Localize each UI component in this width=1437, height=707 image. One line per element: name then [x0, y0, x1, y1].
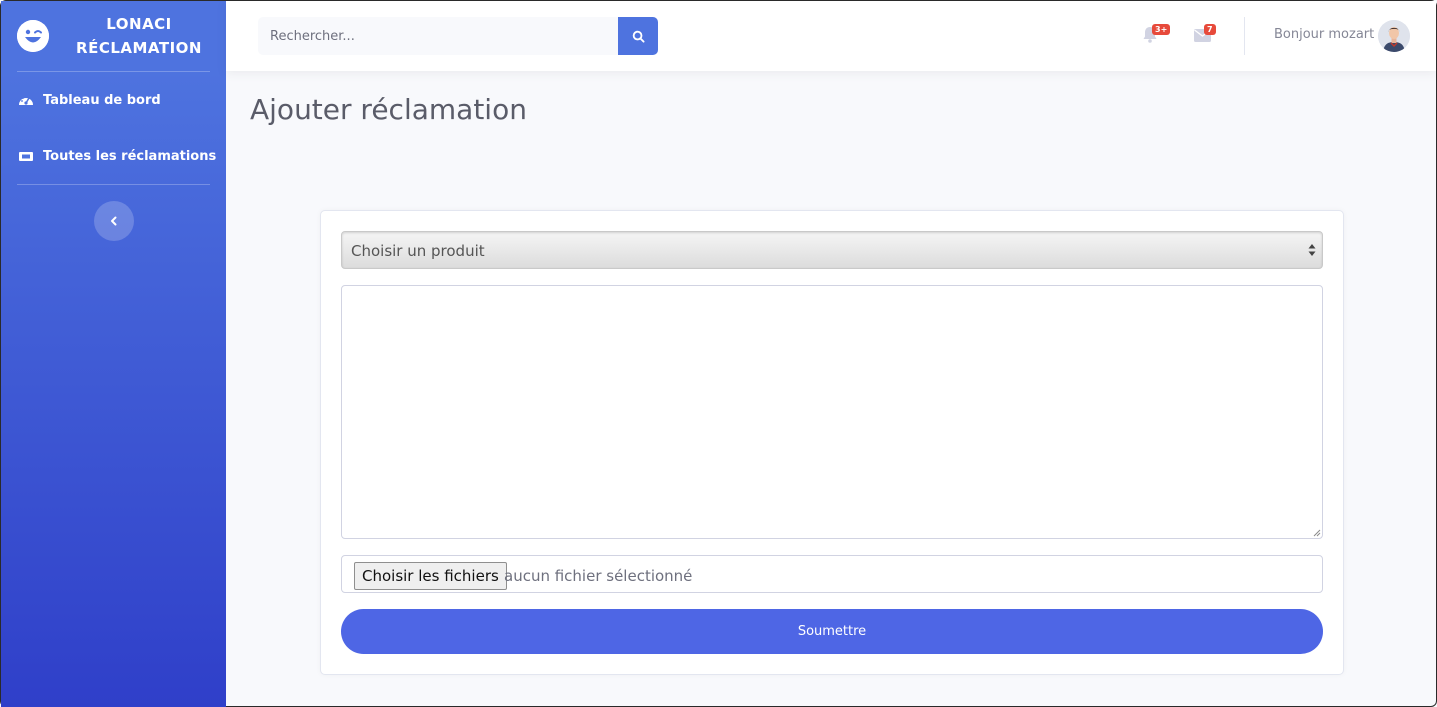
sidebar-item-label: Toutes les réclamations	[43, 148, 217, 164]
sidebar-item-tableau-de-bord[interactable]: Tableau de bord	[1, 72, 226, 128]
chevron-left-icon	[110, 216, 116, 226]
avatar[interactable]	[1378, 20, 1410, 52]
brand[interactable]: LONACI RÉCLAMATION	[1, 1, 226, 71]
search-input[interactable]	[258, 17, 618, 55]
sidebar-toggle-button[interactable]	[93, 201, 134, 241]
topbar: 3+ 7 Bonjour mozart !	[226, 1, 1436, 71]
sidebar-item-label: Tableau de bord	[43, 92, 161, 108]
search-bar	[258, 17, 658, 55]
search-button[interactable]	[618, 17, 658, 55]
select-arrows-icon	[1308, 244, 1316, 256]
messages-badge: 7	[1204, 24, 1216, 35]
file-status-text: aucun fichier sélectionné	[504, 567, 693, 585]
brand-name: LONACI RÉCLAMATION	[76, 15, 202, 57]
search-icon	[632, 30, 645, 43]
alerts-badge: 3+	[1152, 24, 1171, 35]
product-select-value: Choisir un produit	[351, 242, 485, 260]
page-title: Ajouter réclamation	[250, 93, 527, 126]
alerts-dropdown[interactable]: 3+	[1142, 23, 1171, 47]
submit-button[interactable]: Soumettre	[341, 609, 1323, 654]
sidebar-item-toutes-les-reclamations[interactable]: Toutes les réclamations	[1, 128, 226, 184]
tachometer-icon	[18, 93, 34, 107]
messages-dropdown[interactable]: 7	[1194, 23, 1218, 47]
choose-files-button[interactable]: Choisir les fichiers	[354, 562, 507, 590]
product-select[interactable]: Choisir un produit	[341, 231, 1323, 269]
sidebar: LONACI RÉCLAMATION Tableau de bord Toute…	[1, 1, 226, 707]
user-greeting[interactable]: Bonjour mozart !	[1274, 27, 1384, 42]
topbar-divider	[1244, 17, 1245, 55]
user-avatar-icon	[1378, 20, 1410, 52]
sidebar-divider	[17, 184, 210, 185]
description-textarea[interactable]	[341, 285, 1323, 539]
file-upload-field: Choisir les fichiers aucun fichier sélec…	[341, 555, 1323, 593]
reclamation-form-card: Choisir un produit Choisir les fichiers …	[320, 210, 1344, 675]
laugh-wink-icon	[17, 20, 49, 52]
resize-grip-icon[interactable]	[1313, 529, 1321, 537]
ticket-icon	[18, 149, 34, 163]
